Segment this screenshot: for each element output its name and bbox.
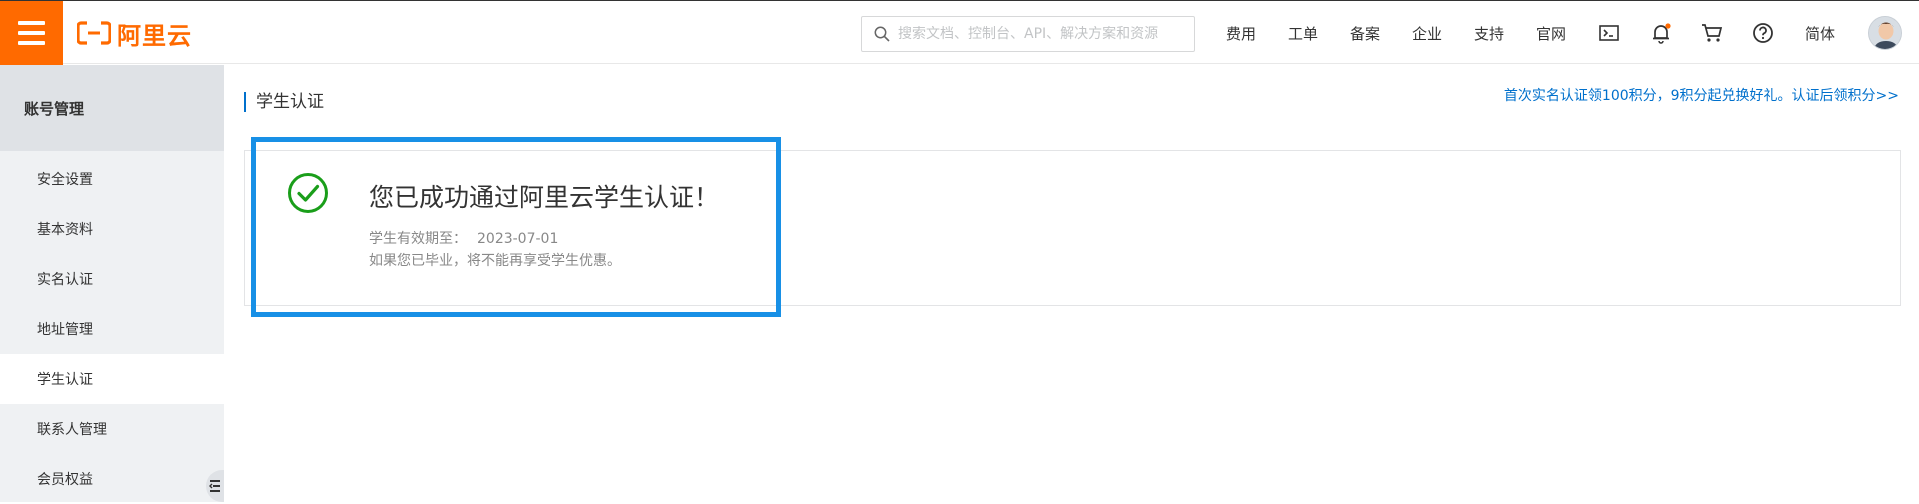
validity-label: 学生有效期至： bbox=[369, 231, 467, 247]
terminal-icon[interactable] bbox=[1597, 21, 1621, 45]
menu-line bbox=[18, 41, 45, 45]
aliyun-logo[interactable]: 阿里云 bbox=[77, 17, 192, 50]
sidebar-item-address-management[interactable]: 地址管理 bbox=[0, 304, 224, 354]
top-bar: 阿里云 费用 工单 备案 企业 支持 官网 bbox=[0, 0, 1919, 65]
sidebar-heading: 账号管理 bbox=[0, 65, 224, 151]
menu-line bbox=[18, 21, 45, 25]
validity-line: 学生有效期至： 2023-07-01 bbox=[369, 228, 558, 248]
language-switch[interactable]: 简体 bbox=[1805, 23, 1835, 44]
sidebar-item-member-benefits[interactable]: 会员权益 bbox=[0, 454, 224, 504]
success-title: 您已成功通过阿里云学生认证！ bbox=[369, 183, 720, 212]
page-title: 学生认证 bbox=[244, 92, 324, 112]
hamburger-menu-button[interactable] bbox=[0, 1, 63, 65]
logo-text: 阿里云 bbox=[117, 21, 192, 50]
graduation-note: 如果您已毕业，将不能再享受学生优惠。 bbox=[369, 253, 621, 269]
sidebar-item-basic-info[interactable]: 基本资料 bbox=[0, 204, 224, 254]
bell-icon[interactable] bbox=[1649, 21, 1673, 45]
nav-enterprise[interactable]: 企业 bbox=[1412, 23, 1442, 44]
main-content: 学生认证 首次实名认证领100积分，9积分起兑换好礼。认证后领积分>> 您已成功… bbox=[224, 65, 1919, 502]
nav-support[interactable]: 支持 bbox=[1474, 23, 1504, 44]
aliyun-logo-icon bbox=[77, 21, 111, 45]
sidebar-menu: 安全设置 基本资料 实名认证 地址管理 学生认证 联系人管理 会员权益 bbox=[0, 151, 224, 504]
nav-filing[interactable]: 备案 bbox=[1350, 23, 1380, 44]
nav-fees[interactable]: 费用 bbox=[1226, 23, 1256, 44]
nav-tickets[interactable]: 工单 bbox=[1288, 23, 1318, 44]
search-input[interactable] bbox=[898, 26, 1188, 42]
search-box[interactable] bbox=[861, 16, 1195, 52]
validity-date: 2023-07-01 bbox=[477, 231, 559, 247]
menu-line bbox=[18, 31, 45, 35]
help-icon[interactable] bbox=[1751, 21, 1775, 45]
sidebar-item-student-auth[interactable]: 学生认证 bbox=[0, 354, 224, 404]
avatar[interactable] bbox=[1868, 16, 1902, 50]
check-circle-icon bbox=[288, 173, 328, 213]
nav-official-site[interactable]: 官网 bbox=[1536, 23, 1566, 44]
notification-dot bbox=[1665, 23, 1671, 29]
highlight-box bbox=[251, 137, 781, 317]
search-icon bbox=[874, 26, 890, 42]
points-promo-link[interactable]: 首次实名认证领100积分，9积分起兑换好礼。认证后领积分>> bbox=[1504, 85, 1899, 105]
sidebar-item-security-settings[interactable]: 安全设置 bbox=[0, 154, 224, 204]
sidebar-item-contact-management[interactable]: 联系人管理 bbox=[0, 404, 224, 454]
collapse-icon bbox=[209, 480, 220, 492]
sidebar-item-real-name-auth[interactable]: 实名认证 bbox=[0, 254, 224, 304]
cart-icon[interactable] bbox=[1700, 21, 1724, 45]
sidebar: 账号管理 安全设置 基本资料 实名认证 地址管理 学生认证 联系人管理 会员权益 bbox=[0, 65, 224, 502]
